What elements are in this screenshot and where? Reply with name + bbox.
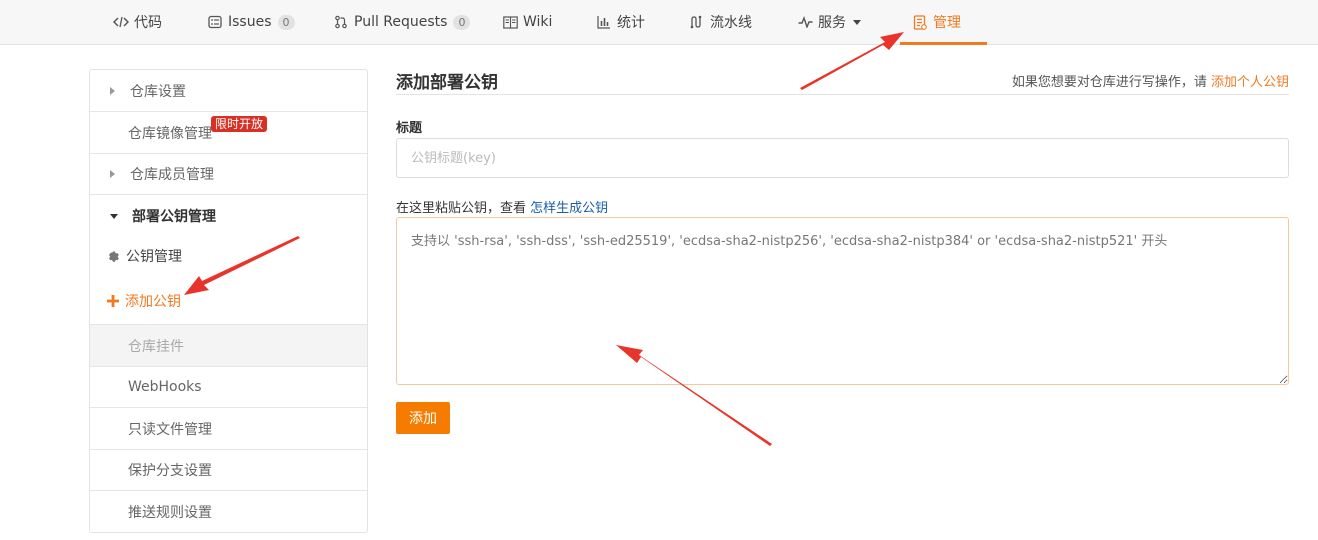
sidebar-subitem-add-key[interactable]: 添加公钥: [90, 278, 367, 325]
how-to-generate-key-link[interactable]: 怎样生成公钥: [530, 201, 608, 216]
tab-issues[interactable]: Issues 0: [207, 0, 295, 44]
sidebar-subitem-key-manage[interactable]: 公钥管理: [90, 237, 367, 275]
hint-text: 如果您想要对仓库进行写操作，请: [1011, 75, 1207, 90]
sidebar-item-label: 保护分支设置: [128, 463, 212, 479]
gear-icon: [107, 250, 120, 263]
caret-right-icon: [110, 86, 115, 95]
tab-services-label: 服务: [818, 15, 846, 31]
sidebar-item-label: 仓库设置: [130, 83, 186, 100]
page-title: 添加部署公钥: [396, 73, 498, 93]
sidebar-item-widgets[interactable]: 仓库挂件: [90, 325, 367, 367]
tab-wiki-label: Wiki: [523, 14, 553, 30]
tab-manage-label: 管理: [933, 15, 961, 31]
sidebar-item-label: 公钥管理: [126, 249, 182, 265]
tab-pull-requests-label: Pull Requests: [354, 14, 448, 30]
sidebar-item-mirror[interactable]: 仓库镜像管理 限时开放: [90, 112, 367, 154]
active-tab-underline: [900, 42, 987, 45]
sidebar-item-webhooks[interactable]: WebHooks: [90, 367, 367, 408]
key-title-input[interactable]: [396, 138, 1289, 178]
sidebar-item-label: 仓库挂件: [128, 338, 184, 355]
tab-code[interactable]: 代码: [113, 0, 162, 44]
pulse-icon: [797, 14, 813, 30]
tab-pipeline[interactable]: 流水线: [689, 0, 752, 44]
tab-code-label: 代码: [134, 15, 162, 31]
tab-issues-label: Issues: [228, 14, 272, 30]
sidebar-item-label: 只读文件管理: [128, 421, 212, 438]
key-field-label: 在这里粘贴公钥，查看 怎样生成公钥: [396, 197, 608, 216]
chart-icon: [596, 14, 612, 30]
pull-requests-count-badge: 0: [453, 14, 471, 30]
pull-request-icon: [333, 14, 349, 30]
tab-services[interactable]: 服务: [797, 0, 861, 44]
tab-stats[interactable]: 统计: [596, 0, 645, 44]
add-key-button[interactable]: 添加: [396, 402, 450, 434]
sidebar-item-deploy-keys[interactable]: 部署公钥管理: [90, 195, 367, 237]
sidebar-item-label: 添加公钥: [125, 294, 181, 310]
sidebar-item-label: 仓库镜像管理: [128, 125, 212, 142]
sidebar-item-push-rules[interactable]: 推送规则设置: [90, 491, 367, 532]
wiki-icon: [502, 14, 518, 30]
sidebar-item-label: 推送规则设置: [128, 504, 212, 521]
sidebar-item-members[interactable]: 仓库成员管理: [90, 154, 367, 195]
manage-icon: [912, 14, 928, 30]
sidebar-item-label: 仓库成员管理: [130, 167, 214, 183]
sidebar-item-readonly-files[interactable]: 只读文件管理: [90, 408, 367, 450]
issues-count-badge: 0: [277, 14, 295, 30]
tab-pull-requests[interactable]: Pull Requests 0: [333, 0, 471, 44]
title-divider: [396, 94, 1289, 95]
tab-manage[interactable]: 管理: [900, 0, 987, 45]
sidebar-item-protected-branches[interactable]: 保护分支设置: [90, 450, 367, 491]
tab-wiki[interactable]: Wiki: [502, 0, 552, 44]
sidebar-item-label: WebHooks: [128, 379, 202, 395]
key-label-text: 在这里粘贴公钥，查看: [396, 201, 527, 216]
caret-right-icon: [110, 170, 115, 178]
chevron-down-icon: [853, 19, 861, 25]
code-icon: [113, 14, 129, 30]
title-field-label: 标题: [396, 121, 423, 136]
public-key-textarea[interactable]: [396, 217, 1289, 385]
issues-icon: [207, 14, 223, 30]
sidebar-item-label: 部署公钥管理: [132, 209, 216, 225]
settings-sidebar: 仓库设置 仓库镜像管理 限时开放 仓库成员管理 部署公钥管理 公钥管理 添加公钥…: [89, 69, 368, 533]
tab-pipeline-label: 流水线: [710, 15, 752, 31]
limited-badge: 限时开放: [211, 116, 268, 132]
personal-key-hint: 如果您想要对仓库进行写操作，请 添加个人公钥: [1012, 71, 1289, 90]
tab-stats-label: 统计: [617, 15, 645, 31]
sidebar-item-repo-settings[interactable]: 仓库设置: [90, 70, 367, 112]
pipeline-icon: [689, 14, 705, 30]
repo-nav-bar: 代码 Issues 0 Pull Requests 0 Wiki 统计 流水线: [0, 0, 1318, 45]
add-personal-key-link[interactable]: 添加个人公钥: [1211, 75, 1289, 90]
plus-icon: [107, 295, 119, 307]
caret-down-icon: [110, 213, 118, 219]
